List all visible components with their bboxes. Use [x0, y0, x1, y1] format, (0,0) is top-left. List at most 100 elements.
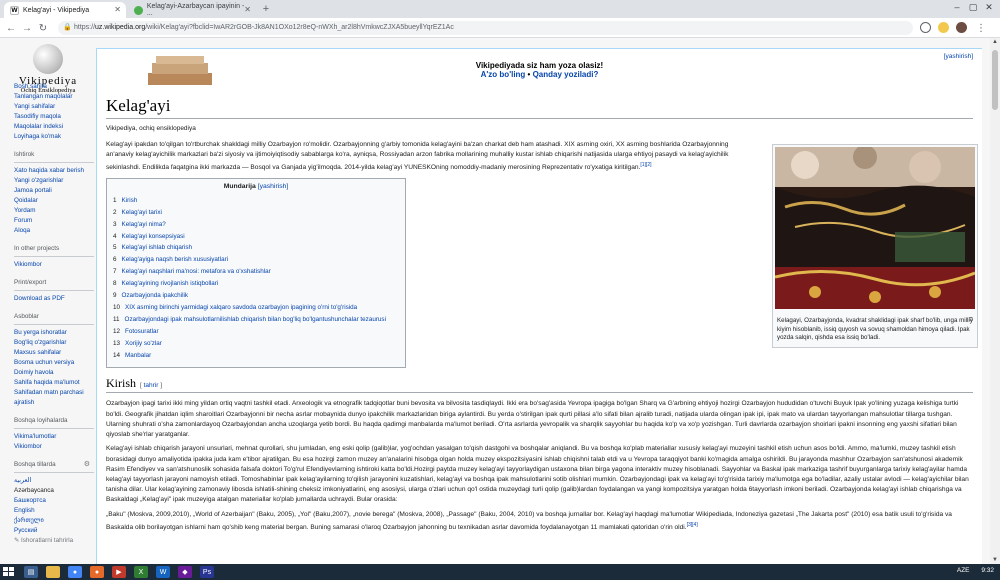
kelagayi-scarves-image[interactable]	[774, 145, 976, 309]
toc-item[interactable]: 10 XIX asrning birinchi yarmidagi xalqaro…	[113, 302, 399, 314]
sidebar-item-contact[interactable]: Aloqa	[14, 226, 94, 236]
edit-interlanguage-links[interactable]: ✎ Ishoratlarni tahrirla	[14, 536, 94, 546]
sidebar-item-featured[interactable]: Tanlangan maqolalar	[14, 92, 94, 102]
language-link[interactable]: Azərbaycanca	[14, 486, 94, 496]
close-tab-icon[interactable]: ✕	[244, 5, 251, 14]
new-tab-button[interactable]: +	[260, 3, 272, 15]
how-to-write-link[interactable]: Qanday yoziladi?	[533, 70, 599, 79]
edit-section-link[interactable]: tahrir	[144, 382, 159, 389]
maximize-icon[interactable]: ▢	[966, 2, 980, 13]
reference-link[interactable]: [3][4]	[687, 522, 698, 528]
language-indicator[interactable]: AZE	[957, 567, 970, 574]
sidebar-item-report[interactable]: Xato haqida xabar berish	[14, 166, 94, 176]
sidebar-item-cite[interactable]: Sahifadan matn parchasi ajratish	[14, 388, 94, 408]
toc-item[interactable]: 14 Manbalar	[113, 350, 399, 362]
toc-item[interactable]: 9 Ozarbayjonda ipakchilik	[113, 290, 399, 302]
sidebar-item-pdf[interactable]: Download as PDF	[14, 294, 94, 304]
toc-link[interactable]: Kelag'ayining rivojlanish istiqbollari	[122, 280, 219, 287]
toc-hide-link[interactable]: [yashirish]	[258, 183, 289, 190]
sidebar-item-wikidata[interactable]: Vikima'lumotlar	[14, 432, 94, 442]
toc-link[interactable]: Kelag'ayi nima?	[122, 221, 166, 228]
language-link[interactable]: Русский	[14, 526, 94, 536]
folder-icon[interactable]	[46, 566, 60, 578]
sidebar-item-whatlinkshere[interactable]: Bu yerga ishoratlar	[14, 328, 94, 338]
sidebar-item-help[interactable]: Yordam	[14, 206, 94, 216]
toc-link[interactable]: Kelag'ayi ishlab chiqarish	[122, 244, 193, 251]
toc-item[interactable]: 8 Kelag'ayining rivojlanish istiqbollari	[113, 278, 399, 290]
excel-icon[interactable]: X	[134, 566, 148, 578]
toc-link[interactable]: Xorijiy so'zlar	[125, 340, 162, 347]
toc-link[interactable]: Kelag'ayi naqshlari ma'nosi: metafora va…	[122, 268, 271, 275]
gear-icon[interactable]: ⚙	[84, 460, 90, 470]
join-link[interactable]: A'zo bo'ling	[481, 70, 526, 79]
back-icon[interactable]: ←	[4, 21, 18, 35]
word-icon[interactable]: W	[156, 566, 170, 578]
toc-link[interactable]: Kirish	[122, 197, 138, 204]
chrome-icon[interactable]: ●	[68, 566, 82, 578]
enlarge-icon[interactable]: ⧉	[969, 316, 973, 325]
firefox-icon[interactable]: ●	[90, 566, 104, 578]
toc-item[interactable]: 1 Kirish	[113, 195, 399, 207]
sidebar-item-main-page[interactable]: Bosh sahifa	[14, 82, 94, 92]
sidebar-item-rules[interactable]: Qoidalar	[14, 196, 94, 206]
explorer-icon[interactable]: ▤	[24, 566, 38, 578]
sidebar-item-special-pages[interactable]: Maxsus sahifalar	[14, 348, 94, 358]
toc-link[interactable]: Fotosuratlar	[125, 328, 159, 335]
scroll-up-icon[interactable]: ▲	[990, 39, 1000, 45]
toc-link[interactable]: XIX asrning birinchi yarmidagi xalqaro s…	[125, 304, 357, 311]
bookmark-star-icon[interactable]	[938, 22, 949, 33]
toc-item[interactable]: 7 Kelag'ayi naqshlari ma'nosi: metafora v…	[113, 266, 399, 278]
toc-item[interactable]: 11 Ozarbayjondagi ipak mahsulotlarnilishl…	[113, 314, 399, 326]
sidebar-item-forum[interactable]: Forum	[14, 216, 94, 226]
language-link[interactable]: العربية	[14, 476, 94, 486]
toc-link[interactable]: Ozarbayjonda ipakchilik	[122, 292, 189, 299]
reload-icon[interactable]: ↻	[36, 21, 50, 35]
sidebar-item-donate[interactable]: Loyihaga ko'mak	[14, 132, 94, 142]
sidebar-item-community[interactable]: Jamoa portali	[14, 186, 94, 196]
window-close-icon[interactable]: ✕	[982, 2, 996, 13]
toc-item[interactable]: 3 Kelag'ayi nima?	[113, 219, 399, 231]
tab-second[interactable]: Kelag'ayi-Azarbaycan ipayinin - ... ✕	[128, 2, 256, 18]
scroll-down-icon[interactable]: ▼	[990, 557, 1000, 563]
toc-link[interactable]: Kelag'ayi tarixi	[122, 209, 162, 216]
toc-link[interactable]: Kelag'ayiga naqsh berish xususiyatlari	[122, 256, 229, 263]
toc-item[interactable]: 5 Kelag'ayi ishlab chiqarish	[113, 242, 399, 254]
clock[interactable]: 9:32	[981, 567, 994, 574]
sidebar-item-recent-changes[interactable]: Yangi o'zgarishlar	[14, 176, 94, 186]
sidebar-item-permalink[interactable]: Doimiy havola	[14, 368, 94, 378]
toc-item[interactable]: 4 Kelag'ayi konsepsiyasi	[113, 231, 399, 243]
language-link[interactable]: ქართული	[14, 516, 94, 526]
scrollbar-thumb[interactable]	[992, 50, 998, 110]
hide-notice-link[interactable]: [yashirish]	[944, 53, 973, 60]
menu-dots-icon[interactable]: ⋮	[974, 21, 988, 35]
language-link[interactable]: Башкортса	[14, 496, 94, 506]
windows-start-icon[interactable]	[2, 566, 16, 578]
toc-item[interactable]: 12 Fotosuratlar	[113, 326, 399, 338]
reference-link[interactable]: [1][2]	[640, 162, 651, 168]
profile-avatar[interactable]	[956, 22, 967, 33]
toc-item[interactable]: 6 Kelag'ayiga naqsh berish xususiyatlari	[113, 254, 399, 266]
scrollbar[interactable]: ▲ ▼	[990, 38, 1000, 564]
app-icon[interactable]: ◆	[178, 566, 192, 578]
toc-item[interactable]: 13 Xorijiy so'zlar	[113, 338, 399, 350]
sidebar-item-index[interactable]: Maqolalar indeksi	[14, 122, 94, 132]
extension-icon[interactable]	[920, 22, 931, 33]
toc-item[interactable]: 2 Kelag'ayi tarixi	[113, 207, 399, 219]
tab-wikipedia[interactable]: W Kelag'ayi - Vikipediya ✕	[4, 2, 126, 18]
language-link[interactable]: English	[14, 506, 94, 516]
sidebar-item-new-pages[interactable]: Yangi sahifalar	[14, 102, 94, 112]
photoshop-icon[interactable]: Ps	[200, 566, 214, 578]
sidebar-item-related-changes[interactable]: Bog'liq o'zgarishlar	[14, 338, 94, 348]
toc-link[interactable]: Manbalar	[125, 352, 151, 359]
sidebar-item-commons[interactable]: Vikiombor	[14, 260, 94, 270]
sidebar-item-page-info[interactable]: Sahifa haqida ma'lumot	[14, 378, 94, 388]
toc-link[interactable]: Ozarbayjondagi ipak mahsulotlarnilishlab…	[125, 316, 386, 323]
close-tab-icon[interactable]: ✕	[114, 5, 121, 14]
sidebar-item-commons-2[interactable]: Vikiombor	[14, 442, 94, 452]
forward-icon[interactable]: →	[20, 21, 34, 35]
address-bar[interactable]: 🔒 https://uz.wikipedia.org/wiki/Kelag'ayi…	[58, 21, 913, 35]
sidebar-item-printable[interactable]: Bosma uchun versiya	[14, 358, 94, 368]
toc-link[interactable]: Kelag'ayi konsepsiyasi	[122, 233, 185, 240]
media-icon[interactable]: ▶	[112, 566, 126, 578]
sidebar-item-random[interactable]: Tasodifiy maqola	[14, 112, 94, 122]
